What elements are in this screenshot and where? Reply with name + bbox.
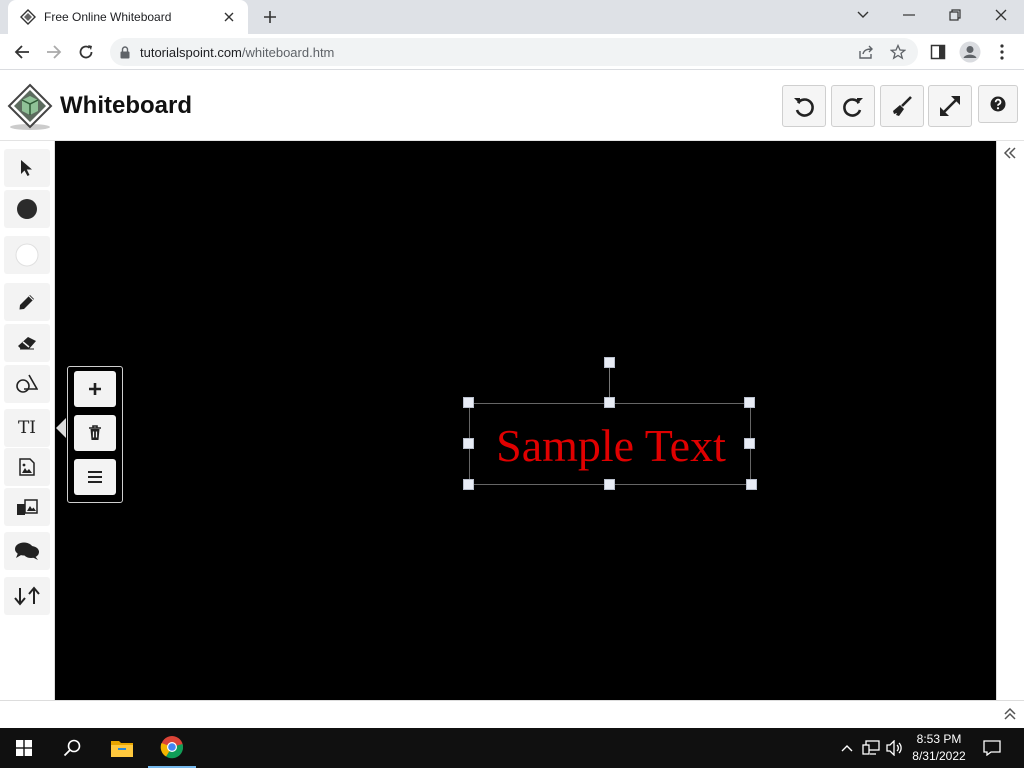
resize-handle-bottom[interactable]	[604, 479, 615, 490]
delete-text-button[interactable]	[74, 415, 116, 451]
pencil-tool-button[interactable]	[4, 283, 50, 321]
shapes-icon	[16, 374, 38, 394]
resize-handle-right[interactable]	[744, 438, 755, 449]
text-tool-button[interactable]: TI	[4, 409, 50, 447]
network-icon[interactable]	[860, 728, 882, 768]
arrange-tool-button[interactable]	[4, 577, 50, 615]
app-header: Whiteboard	[0, 71, 1024, 141]
forward-icon[interactable]	[40, 38, 68, 66]
comments-icon	[14, 541, 40, 561]
site-favicon-icon	[20, 9, 36, 25]
browser-menu-icon[interactable]	[988, 38, 1016, 66]
redo-button[interactable]	[831, 85, 875, 127]
fill-color-button[interactable]	[4, 190, 50, 228]
rotation-handle[interactable]	[604, 357, 615, 368]
taskbar-search-icon[interactable]	[48, 728, 96, 768]
help-icon	[990, 96, 1006, 112]
resize-handle-left[interactable]	[463, 438, 474, 449]
back-icon[interactable]	[8, 38, 36, 66]
pointer-icon	[20, 159, 34, 177]
windows-start-icon[interactable]	[0, 728, 48, 768]
undo-icon	[792, 94, 816, 118]
brush-icon	[891, 95, 913, 117]
help-button[interactable]	[978, 85, 1018, 123]
whiteboard-logo-icon	[6, 83, 54, 131]
clock-date: 8/31/2022	[912, 749, 966, 763]
clear-brush-button[interactable]	[880, 85, 924, 127]
url-text: tutorialspoint.com/whiteboard.htm	[140, 45, 334, 60]
eraser-icon	[17, 336, 37, 350]
tool-sidebar: TI	[0, 141, 55, 700]
sample-text: Sample Text	[496, 419, 726, 471]
select-tool-button[interactable]	[4, 149, 50, 187]
shapes-tool-button[interactable]	[4, 365, 50, 403]
resize-handle-bottom-left[interactable]	[463, 479, 474, 490]
menu-icon	[88, 471, 102, 483]
address-bar[interactable]: tutorialspoint.com/whiteboard.htm	[110, 38, 918, 66]
reload-icon[interactable]	[72, 38, 100, 66]
show-hidden-icons-icon[interactable]	[838, 728, 856, 768]
resize-handle-bottom-right[interactable]	[746, 479, 757, 490]
trash-icon	[88, 425, 102, 441]
pencil-icon	[18, 293, 36, 311]
resize-handle-top-right[interactable]	[744, 397, 755, 408]
color-fill-icon	[16, 198, 38, 220]
minimize-icon[interactable]	[886, 0, 932, 30]
restore-icon[interactable]	[932, 0, 978, 30]
chrome-taskbar-icon[interactable]	[148, 728, 196, 768]
url-path: /whiteboard.htm	[241, 44, 335, 60]
url-host: tutorialspoint.com	[140, 44, 242, 60]
resize-handle-top[interactable]	[604, 397, 615, 408]
add-icon	[88, 382, 102, 396]
text-menu-button[interactable]	[74, 459, 116, 495]
image-text-icon	[16, 498, 38, 516]
collapse-panel-icon[interactable]	[1003, 147, 1017, 159]
expand-up-icon[interactable]	[1004, 707, 1016, 721]
arrange-icon	[13, 586, 41, 606]
resize-handle-top-left[interactable]	[463, 397, 474, 408]
bottom-bar	[0, 700, 1024, 728]
image-tool-button[interactable]	[4, 448, 50, 486]
side-panel-icon[interactable]	[924, 38, 952, 66]
share-icon[interactable]	[852, 38, 880, 66]
stroke-color-button[interactable]	[4, 236, 50, 274]
app-title: Whiteboard	[60, 92, 192, 119]
windows-taskbar: 8:53 PM 8/31/2022	[0, 728, 1024, 768]
right-panel	[996, 141, 1024, 700]
comments-tool-button[interactable]	[4, 532, 50, 570]
expand-icon	[938, 94, 962, 118]
add-text-button[interactable]	[74, 371, 116, 407]
color-stroke-icon	[15, 243, 39, 267]
taskbar-clock[interactable]: 8:53 PM 8/31/2022	[900, 731, 978, 765]
lock-icon	[120, 45, 130, 59]
notifications-icon[interactable]	[980, 728, 1004, 768]
clock-time: 8:53 PM	[916, 732, 962, 746]
bookmark-star-icon[interactable]	[884, 38, 912, 66]
text-options-popout	[67, 366, 123, 503]
eraser-tool-button[interactable]	[4, 324, 50, 362]
close-tab-icon[interactable]	[220, 8, 238, 26]
browser-toolbar: tutorialspoint.com/whiteboard.htm	[0, 34, 1024, 70]
tab-title: Free Online Whiteboard	[44, 10, 172, 24]
redo-icon	[841, 94, 865, 118]
browser-tabstrip: Free Online Whiteboard	[0, 0, 1024, 34]
tab-search-icon[interactable]	[840, 0, 886, 30]
image-icon	[19, 458, 35, 476]
file-explorer-icon[interactable]	[98, 728, 146, 768]
fullscreen-button[interactable]	[928, 85, 972, 127]
image-text-tool-button[interactable]	[4, 488, 50, 526]
text-icon: TI	[17, 418, 37, 438]
undo-button[interactable]	[782, 85, 826, 127]
close-window-icon[interactable]	[978, 0, 1024, 30]
browser-tab[interactable]: Free Online Whiteboard	[8, 0, 248, 34]
popout-pointer	[56, 418, 66, 438]
new-tab-icon[interactable]	[258, 6, 282, 28]
profile-avatar-icon[interactable]	[956, 38, 984, 66]
selected-text-object[interactable]: Sample Text	[469, 403, 751, 485]
